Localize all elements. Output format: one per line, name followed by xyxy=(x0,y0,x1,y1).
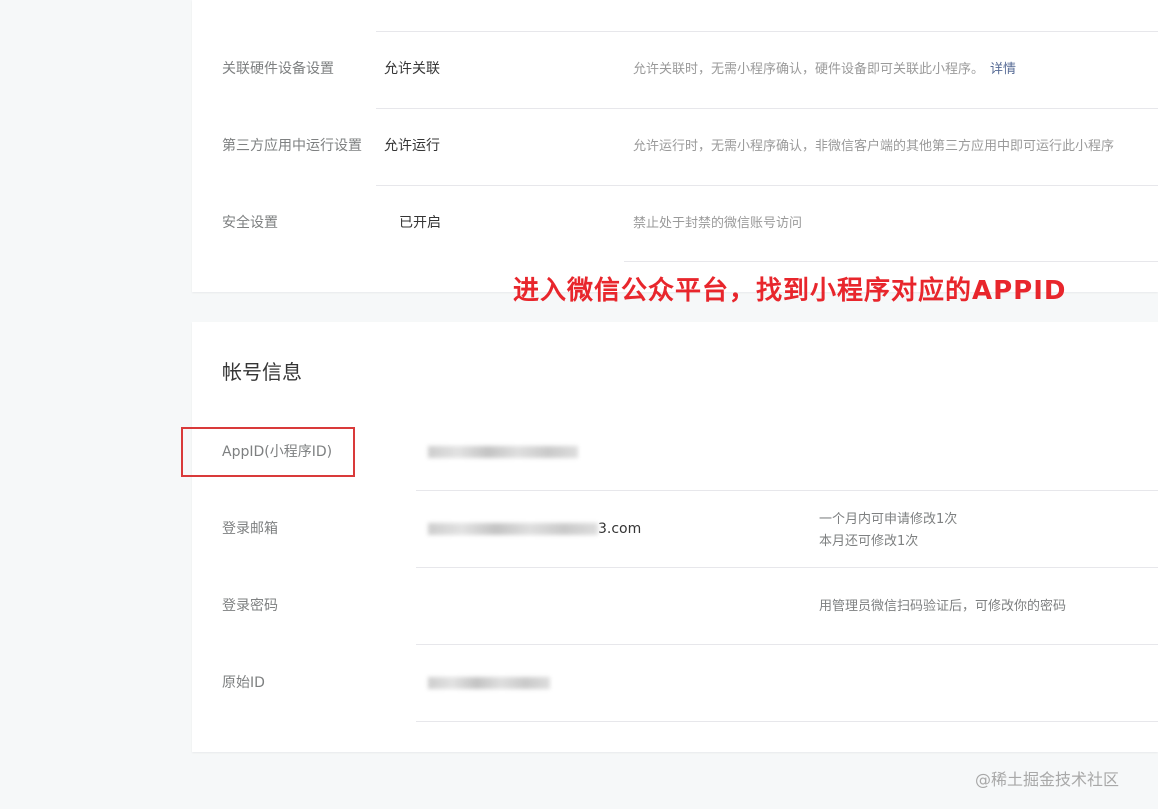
setting-row-hardware: 关联硬件设备设置 允许关联 允许关联时，无需小程序确认，硬件设备即可关联此小程序… xyxy=(192,31,1158,108)
info-label: 原始ID xyxy=(222,675,265,691)
info-row-appid: AppID(小程序ID) xyxy=(192,414,1158,491)
setting-label: 安全设置 xyxy=(222,215,278,231)
watermark: @稀土掘金技术社区 xyxy=(975,770,1120,789)
appid-value xyxy=(428,414,578,491)
info-row-original-id: 原始ID xyxy=(192,645,1158,722)
row-divider xyxy=(624,261,1158,262)
setting-row-third-party: 第三方应用中运行设置 允许运行 允许运行时，无需小程序确认，非微信客户端的其他第… xyxy=(192,108,1158,185)
setting-description: 允许运行时，无需小程序确认，非微信客户端的其他第三方应用中即可运行此小程序 xyxy=(633,139,1115,154)
setting-value: 允许运行 xyxy=(384,138,440,154)
row-divider xyxy=(416,721,1158,722)
setting-description-text: 允许关联时，无需小程序确认，硬件设备即可关联此小程序。 xyxy=(633,62,985,77)
info-row-email: 登录邮箱 3.com 一个月内可申请修改1次 本月还可修改1次 xyxy=(192,491,1158,568)
redacted-value xyxy=(428,523,598,535)
setting-value: 允许关联 xyxy=(384,61,440,77)
account-info-card: 帐号信息 AppID(小程序ID) 登录邮箱 3.com 一个月内可申请修改1次… xyxy=(181,322,1158,752)
setting-label: 第三方应用中运行设置 xyxy=(222,138,362,154)
section-title: 帐号信息 xyxy=(222,360,302,384)
setting-value: 已开启 xyxy=(399,215,441,231)
settings-card: 关联硬件设备设置 允许关联 允许关联时，无需小程序确认，硬件设备即可关联此小程序… xyxy=(192,0,1158,292)
info-label: 登录邮箱 xyxy=(222,521,278,537)
details-link[interactable]: 详情 xyxy=(990,62,1016,77)
info-label: AppID(小程序ID) xyxy=(222,444,333,460)
email-suffix: 3.com xyxy=(598,521,642,537)
setting-label: 关联硬件设备设置 xyxy=(222,61,334,77)
setting-description: 禁止处于封禁的微信账号访问 xyxy=(633,216,803,231)
email-note-line-2: 本月还可修改1次 xyxy=(819,534,919,549)
info-label: 登录密码 xyxy=(222,598,278,614)
email-note: 一个月内可申请修改1次 本月还可修改1次 xyxy=(819,509,957,553)
info-row-password: 登录密码 用管理员微信扫码验证后，可修改你的密码 xyxy=(192,568,1158,645)
setting-description: 允许关联时，无需小程序确认，硬件设备即可关联此小程序。 详情 xyxy=(633,31,1016,108)
redacted-value xyxy=(428,446,578,458)
redacted-value xyxy=(428,677,550,689)
email-value: 3.com xyxy=(428,491,641,568)
setting-row-security: 安全设置 已开启 禁止处于封禁的微信账号访问 xyxy=(192,185,1158,262)
password-note: 用管理员微信扫码验证后，可修改你的密码 xyxy=(819,599,1067,614)
annotation-text: 进入微信公众平台，找到小程序对应的APPID xyxy=(513,276,1067,306)
email-note-line-1: 一个月内可申请修改1次 xyxy=(819,512,958,527)
original-id-value xyxy=(428,645,550,722)
